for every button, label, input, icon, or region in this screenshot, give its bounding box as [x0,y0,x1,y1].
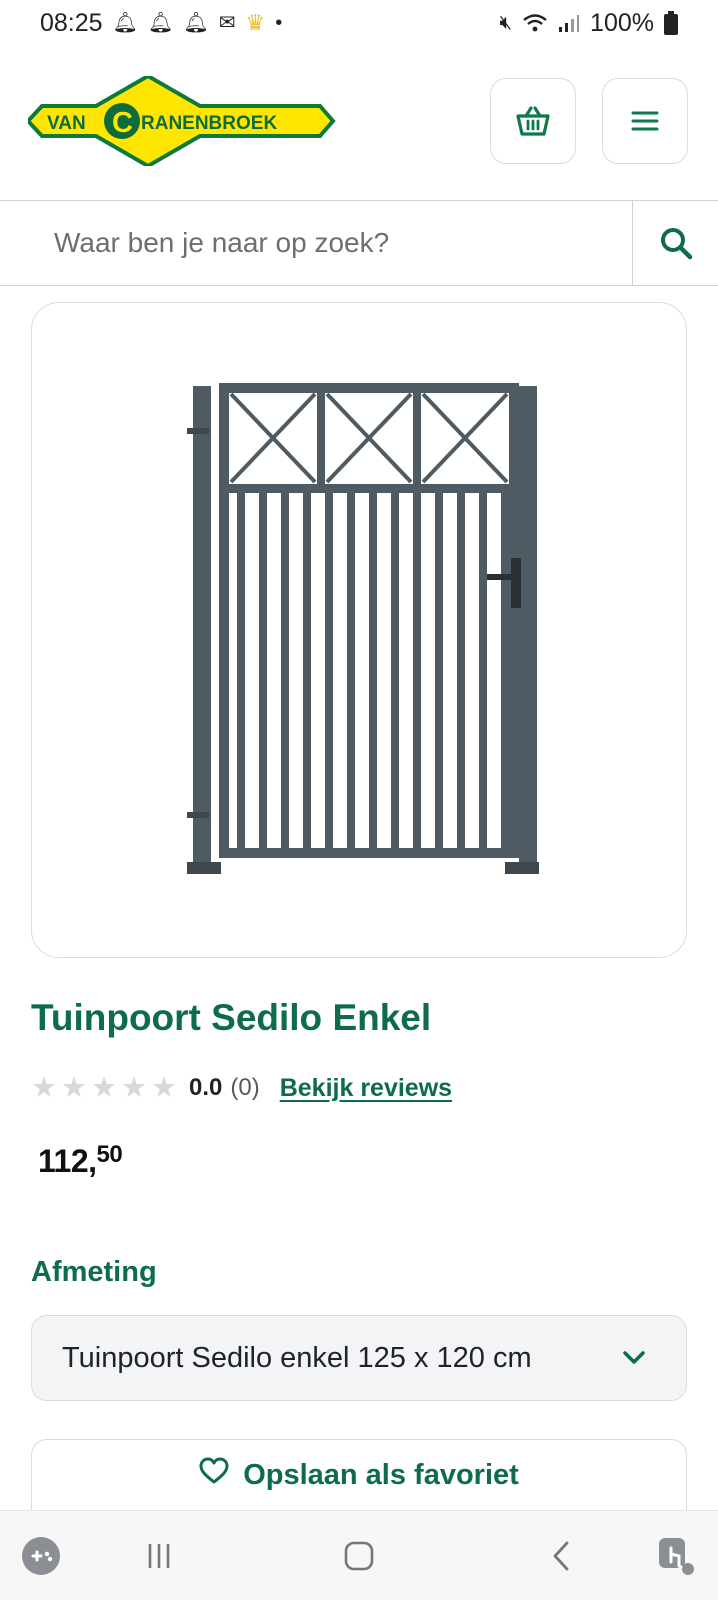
product-title: Tuinpoort Sedilo Enkel [31,997,432,1038]
product-image-card[interactable] [31,302,687,958]
status-right: 🔇︎ 100% [499,9,678,38]
game-launcher-icon [22,1537,60,1575]
heart-icon [199,1457,229,1484]
basket-icon [516,106,550,136]
home-button[interactable] [336,1533,382,1579]
size-option-label: Afmeting [31,1256,157,1288]
size-select-value: Tuinpoort Sedilo enkel 125 x 120 cm [62,1341,532,1374]
menu-button[interactable] [602,78,688,164]
game-launcher-button[interactable] [18,1533,64,1579]
rating-stars: ★ ★ ★ ★ ★ [31,1071,177,1104]
recent-apps-icon [148,1544,170,1568]
product-rating: ★ ★ ★ ★ ★ 0.0 (0) Bekijk reviews [31,1070,452,1106]
logo-prefix: VAN [47,113,86,134]
accessibility-touch-button[interactable] [654,1533,700,1579]
site-header: VAN C RANENBROEK [0,76,718,166]
hamburger-menu-icon [631,111,659,131]
star-icon: ★ [61,1071,87,1104]
mail-icon: ✉ [218,12,236,34]
star-icon: ★ [31,1071,57,1104]
rating-count: (0) [230,1074,260,1101]
search-icon [660,228,692,260]
star-icon: ★ [91,1071,117,1104]
vancranenbroek-logo[interactable]: VAN C RANENBROEK [28,76,338,166]
wifi-icon [523,14,547,32]
chevron-down-icon [623,1351,645,1364]
logo-rest: RANENBROEK [141,113,277,134]
recent-apps-button[interactable] [136,1533,182,1579]
system-nav-bar [0,1510,718,1600]
price-cents: 50 [96,1141,123,1168]
status-time: 08:25 [40,8,103,37]
touch-gesture-icon [659,1538,694,1575]
notification-bell-icon: 🔔︎ [112,12,138,34]
product-image-gate [187,383,539,874]
back-button[interactable] [538,1533,584,1579]
size-select[interactable]: Tuinpoort Sedilo enkel 125 x 120 cm [31,1315,687,1401]
status-bar: 08:25 🔔︎ 🔔︎ 🔔︎ ✉ ♛ • 🔇︎ 100% [0,0,718,46]
mute-icon: 🔇︎ [499,12,513,34]
dot-icon: • [275,12,283,34]
status-left: 08:25 🔔︎ 🔔︎ 🔔︎ ✉ ♛ • [40,9,282,38]
signal-icon [559,15,580,32]
home-icon [344,1541,374,1571]
search-button[interactable] [632,201,718,285]
search-bar [0,200,718,286]
battery-percent: 100% [590,8,654,37]
rating-value: 0.0 [189,1074,223,1101]
star-icon: ★ [121,1071,147,1104]
product-price: 112,50 [38,1141,123,1180]
crown-icon: ♛ [245,10,266,35]
star-icon: ★ [151,1071,177,1104]
save-favorite-label: Opslaan als favoriet [243,1459,519,1491]
notification-bell-icon: 🔔︎ [183,12,209,34]
logo-initial: C [112,107,133,139]
price-whole: 112, [38,1143,97,1179]
back-icon [553,1541,569,1571]
basket-button[interactable] [490,78,576,164]
search-input[interactable] [0,201,632,285]
battery-icon [664,11,678,35]
view-reviews-link[interactable]: Bekijk reviews [280,1074,452,1103]
notification-bell-icon: 🔔︎ [147,12,174,34]
